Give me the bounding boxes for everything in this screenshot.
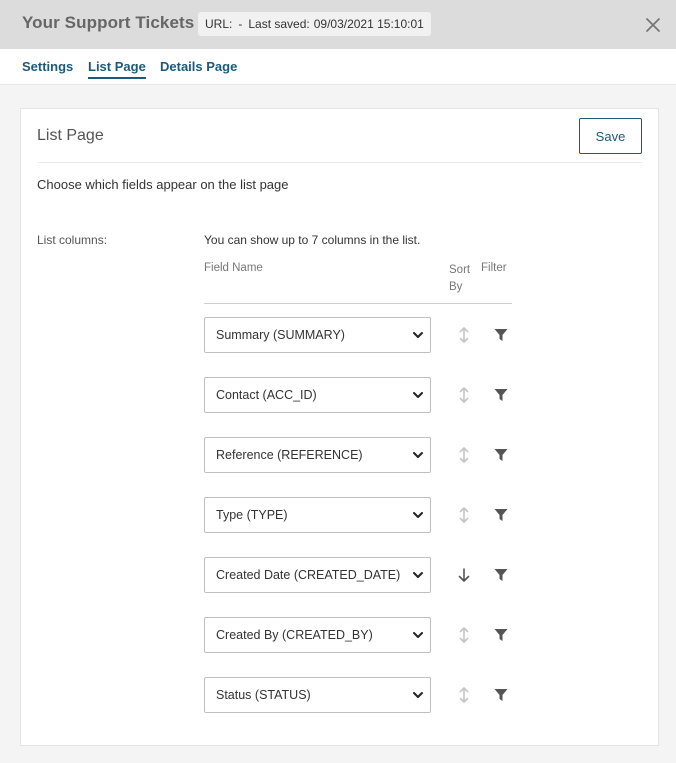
column-header-filter: Filter bbox=[481, 262, 507, 274]
chevron-down-icon bbox=[413, 332, 423, 338]
field-row-4: Type (TYPE) bbox=[204, 497, 514, 533]
field-row-3: Reference (REFERENCE) bbox=[204, 437, 514, 473]
sort-both-icon bbox=[459, 687, 469, 703]
sort-button[interactable] bbox=[454, 685, 474, 705]
field-select[interactable]: Summary (SUMMARY) bbox=[204, 317, 431, 353]
field-row-7: Status (STATUS) bbox=[204, 677, 514, 713]
field-select-value: Created By (CREATED_BY) bbox=[216, 628, 373, 642]
field-select-value: Type (TYPE) bbox=[216, 508, 288, 522]
url-value: - bbox=[238, 17, 243, 31]
sort-button[interactable] bbox=[454, 445, 474, 465]
chevron-down-icon bbox=[413, 452, 423, 458]
last-saved-value: 09/03/2021 15:10:01 bbox=[313, 17, 424, 31]
sort-button[interactable] bbox=[454, 505, 474, 525]
last-saved-label: Last saved: bbox=[248, 17, 310, 31]
chevron-down-icon bbox=[413, 512, 423, 518]
field-select[interactable]: Created By (CREATED_BY) bbox=[204, 617, 431, 653]
list-columns-label: List columns: bbox=[37, 233, 108, 247]
chevron-down-icon bbox=[413, 632, 423, 638]
chevron-down-icon bbox=[413, 692, 423, 698]
column-header-field-name: Field Name bbox=[204, 262, 263, 274]
field-select-value: Reference (REFERENCE) bbox=[216, 448, 363, 462]
tab-bar: Settings List Page Details Page bbox=[0, 49, 676, 85]
filter-button[interactable] bbox=[491, 625, 511, 645]
sort-button[interactable] bbox=[454, 325, 474, 345]
field-select-value: Status (STATUS) bbox=[216, 688, 311, 702]
filter-button[interactable] bbox=[491, 385, 511, 405]
tab-list-page[interactable]: List Page bbox=[88, 59, 146, 79]
url-info-chip: URL: - Last saved: 09/03/2021 15:10:01 bbox=[198, 12, 431, 36]
field-row-2: Contact (ACC_ID) bbox=[204, 377, 514, 413]
filter-button[interactable] bbox=[491, 685, 511, 705]
field-select[interactable]: Type (TYPE) bbox=[204, 497, 431, 533]
close-button[interactable] bbox=[641, 13, 665, 37]
field-select[interactable]: Status (STATUS) bbox=[204, 677, 431, 713]
column-header-sort-by: Sort By bbox=[449, 264, 471, 293]
sort-both-icon bbox=[459, 507, 469, 523]
field-row-1: Summary (SUMMARY) bbox=[204, 317, 514, 353]
app-title: Your Support Tickets bbox=[22, 13, 195, 32]
field-select-value: Summary (SUMMARY) bbox=[216, 328, 345, 342]
filter-button[interactable] bbox=[491, 325, 511, 345]
sort-both-icon bbox=[459, 327, 469, 343]
tab-details-page[interactable]: Details Page bbox=[160, 59, 237, 77]
sort-both-icon bbox=[459, 387, 469, 403]
filter-icon bbox=[494, 689, 508, 701]
sort-both-icon bbox=[459, 627, 469, 643]
filter-icon bbox=[494, 629, 508, 641]
filter-icon bbox=[494, 329, 508, 341]
filter-button[interactable] bbox=[491, 445, 511, 465]
tab-settings[interactable]: Settings bbox=[22, 59, 73, 77]
panel-description: Choose which fields appear on the list p… bbox=[37, 177, 289, 192]
sort-button[interactable] bbox=[454, 565, 474, 585]
sort-button[interactable] bbox=[454, 625, 474, 645]
filter-button[interactable] bbox=[491, 565, 511, 585]
header-divider bbox=[204, 303, 512, 304]
close-icon bbox=[646, 18, 660, 32]
chevron-down-icon bbox=[413, 572, 423, 578]
field-row-6: Created By (CREATED_BY) bbox=[204, 617, 514, 653]
sort-descending-icon bbox=[458, 568, 470, 582]
field-select[interactable]: Created Date (CREATED_DATE) bbox=[204, 557, 431, 593]
list-page-panel: List Page Save Choose which fields appea… bbox=[20, 108, 659, 746]
field-select[interactable]: Reference (REFERENCE) bbox=[204, 437, 431, 473]
sort-button[interactable] bbox=[454, 385, 474, 405]
filter-icon bbox=[494, 569, 508, 581]
field-select-value: Contact (ACC_ID) bbox=[216, 388, 317, 402]
save-button[interactable]: Save bbox=[579, 118, 642, 154]
chevron-down-icon bbox=[413, 392, 423, 398]
filter-icon bbox=[494, 389, 508, 401]
columns-hint: You can show up to 7 columns in the list… bbox=[204, 233, 421, 247]
filter-button[interactable] bbox=[491, 505, 511, 525]
divider bbox=[37, 162, 643, 163]
field-row-5: Created Date (CREATED_DATE) bbox=[204, 557, 514, 593]
filter-icon bbox=[494, 449, 508, 461]
filter-icon bbox=[494, 509, 508, 521]
title-bar: Your Support Tickets URL: - Last saved: … bbox=[0, 0, 676, 49]
url-label: URL: bbox=[205, 17, 233, 31]
panel-title: List Page bbox=[37, 127, 104, 144]
field-select[interactable]: Contact (ACC_ID) bbox=[204, 377, 431, 413]
sort-both-icon bbox=[459, 447, 469, 463]
field-select-value: Created Date (CREATED_DATE) bbox=[216, 568, 401, 582]
